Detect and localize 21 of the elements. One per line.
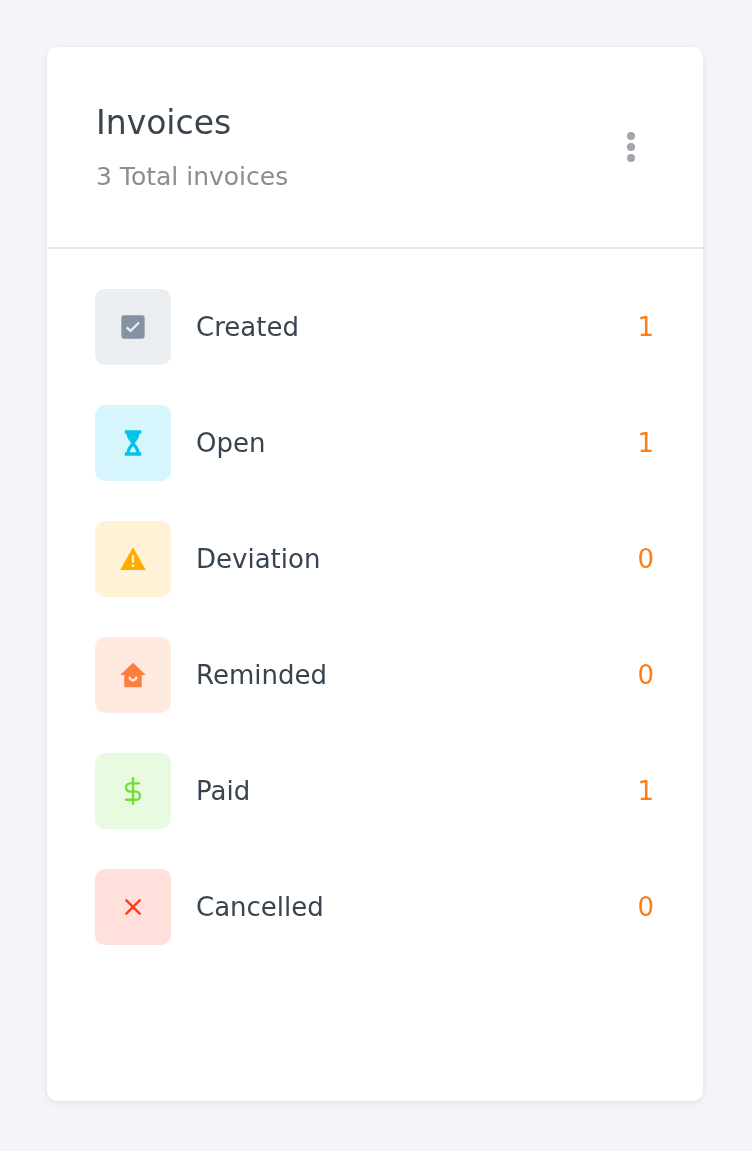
status-count: 0 <box>637 544 654 574</box>
status-label: Open <box>196 428 267 458</box>
status-count: 1 <box>637 776 654 806</box>
card-title: Invoices <box>96 103 233 143</box>
status-count: 1 <box>637 312 654 342</box>
status-label: Created <box>196 312 300 342</box>
status-label: Paid <box>196 776 252 806</box>
status-count: 0 <box>637 892 654 922</box>
warning-icon <box>95 521 171 597</box>
status-label: Deviation <box>196 544 322 574</box>
card-subtitle: 3 Total invoices <box>96 161 289 193</box>
hourglass-icon <box>95 405 171 481</box>
status-label: Cancelled <box>196 892 325 922</box>
dollar-icon <box>95 753 171 829</box>
house-icon <box>95 637 171 713</box>
cross-icon <box>95 869 171 945</box>
more-menu-icon[interactable] <box>626 132 636 162</box>
status-label: Reminded <box>196 660 328 690</box>
checkbox-icon <box>95 289 171 365</box>
status-count: 0 <box>637 660 654 690</box>
status-count: 1 <box>637 428 654 458</box>
